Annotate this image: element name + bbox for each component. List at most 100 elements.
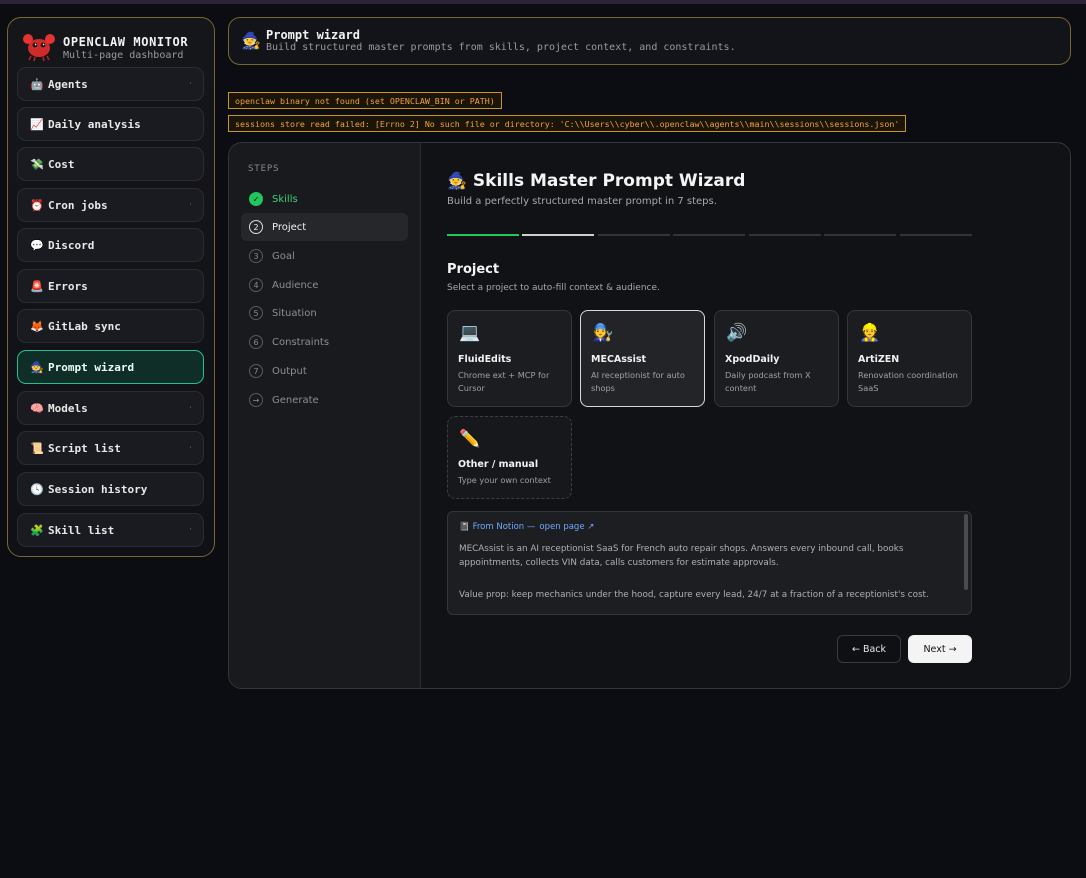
section-subtitle: Select a project to auto-fill context & … bbox=[447, 283, 660, 293]
sidebar-item-label: Skill list bbox=[48, 523, 115, 537]
sidebar-item-errors[interactable]: 🚨 Errors bbox=[17, 269, 204, 303]
project-card-xpoddaily[interactable]: 🔊 XpodDaily Daily podcast from X content bbox=[714, 310, 839, 407]
brand: OPENCLAW MONITOR Multi-page dashboard bbox=[18, 26, 208, 66]
money-icon: 💸 bbox=[30, 157, 44, 171]
step-number: 5 bbox=[249, 306, 263, 320]
step-generate[interactable]: → Generate bbox=[241, 386, 408, 414]
project-name: MECAssist bbox=[591, 354, 647, 365]
puzzle-icon: 🧩 bbox=[30, 523, 44, 537]
robot-icon: 🤖 bbox=[30, 77, 44, 91]
project-name: ArtiZEN bbox=[858, 354, 900, 365]
step-output[interactable]: 7 Output bbox=[241, 357, 408, 385]
wizard-panel: STEPS ✓ Skills 2 Project 3 Goal 4 Audien… bbox=[228, 142, 1071, 689]
wizard-subtitle: Build a perfectly structured master prom… bbox=[447, 196, 717, 207]
step-project[interactable]: 2 Project bbox=[241, 213, 408, 241]
project-name: XpodDaily bbox=[725, 354, 780, 365]
notebook-icon: 📓 bbox=[459, 522, 470, 532]
project-card-mecassist[interactable]: 🧑‍🔧 MECAssist AI receptionist for auto s… bbox=[580, 310, 705, 407]
progress-segment bbox=[598, 234, 670, 236]
step-skills[interactable]: ✓ Skills bbox=[241, 185, 408, 213]
sidebar-item-label: Models bbox=[48, 401, 88, 415]
sidebar-item-script-list[interactable]: 📜 Script list · bbox=[17, 431, 204, 465]
project-card-fluidedits[interactable]: 💻 FluidEdits Chrome ext + MCP for Cursor bbox=[447, 310, 572, 407]
step-constraints[interactable]: 6 Constraints bbox=[241, 328, 408, 356]
step-audience[interactable]: 4 Audience bbox=[241, 271, 408, 299]
wizard-icon: 🧙 bbox=[241, 31, 261, 50]
step-label: Project bbox=[272, 221, 307, 233]
progress-segment bbox=[673, 234, 745, 236]
app-subtitle: Multi-page dashboard bbox=[63, 50, 184, 61]
step-situation[interactable]: 5 Situation bbox=[241, 299, 408, 327]
progress-segment bbox=[900, 234, 972, 236]
step-number: 3 bbox=[249, 249, 263, 263]
project-card-other-manual[interactable]: ✏️ Other / manual Type your own context bbox=[447, 416, 572, 499]
sidebar-item-label: Session history bbox=[48, 482, 148, 496]
step-number: 4 bbox=[249, 278, 263, 292]
sidebar-item-label: Cost bbox=[48, 157, 75, 171]
sidebar-item-cost[interactable]: 💸 Cost bbox=[17, 147, 204, 181]
steps-sidebar: STEPS ✓ Skills 2 Project 3 Goal 4 Audien… bbox=[229, 143, 421, 688]
expand-dot-icon: · bbox=[189, 525, 192, 535]
progress-segment bbox=[824, 234, 896, 236]
wizard-icon: 🧙 bbox=[447, 171, 467, 190]
chart-icon: 📈 bbox=[30, 117, 44, 131]
app-title: OPENCLAW MONITOR bbox=[63, 35, 189, 49]
sidebar: OPENCLAW MONITOR Multi-page dashboard 🤖 … bbox=[7, 17, 215, 557]
expand-dot-icon: · bbox=[189, 200, 192, 210]
scrollbar[interactable] bbox=[964, 514, 968, 590]
project-description: Type your own context bbox=[458, 475, 551, 485]
warning-banner: openclaw binary not found (set OPENCLAW_… bbox=[228, 92, 502, 109]
progress-segment bbox=[447, 234, 519, 236]
section-title: Project bbox=[447, 262, 500, 277]
step-goal[interactable]: 3 Goal bbox=[241, 242, 408, 270]
fox-icon: 🦊 bbox=[30, 319, 44, 333]
project-description: Daily podcast from X content bbox=[725, 370, 811, 393]
sidebar-item-models[interactable]: 🧠 Models · bbox=[17, 391, 204, 425]
progress-segment bbox=[749, 234, 821, 236]
step-label: Goal bbox=[272, 250, 295, 262]
sidebar-item-label: Cron jobs bbox=[48, 198, 108, 212]
sidebar-item-label: Daily analysis bbox=[48, 117, 141, 131]
project-name: FluidEdits bbox=[458, 354, 512, 365]
scroll-icon: 📜 bbox=[30, 441, 44, 455]
sidebar-item-gitlab-sync[interactable]: 🦊 GitLab sync bbox=[17, 309, 204, 343]
mechanic-icon: 🧑‍🔧 bbox=[592, 323, 614, 343]
sidebar-item-discord[interactable]: 💬 Discord bbox=[17, 228, 204, 262]
brain-icon: 🧠 bbox=[30, 401, 44, 415]
arrow-right-icon: → bbox=[249, 393, 263, 407]
sidebar-item-cron-jobs[interactable]: ⏰ Cron jobs · bbox=[17, 188, 204, 222]
expand-dot-icon: · bbox=[189, 403, 192, 413]
window-top-strip bbox=[0, 0, 1086, 4]
progress-bar bbox=[447, 234, 972, 236]
sidebar-item-agents[interactable]: 🤖 Agents · bbox=[17, 67, 204, 101]
crab-logo-icon bbox=[23, 34, 55, 62]
page-subtitle: Build structured master prompts from ski… bbox=[266, 42, 736, 53]
speaker-icon: 🔊 bbox=[726, 323, 748, 343]
expand-dot-icon: · bbox=[189, 443, 192, 453]
step-label: Situation bbox=[272, 307, 317, 319]
siren-icon: 🚨 bbox=[30, 279, 44, 293]
next-button[interactable]: Next → bbox=[908, 635, 972, 663]
notion-context-box[interactable]: 📓 From Notion — open page ↗ MECAssist is a… bbox=[447, 511, 972, 615]
progress-segment bbox=[522, 234, 594, 236]
step-number: 7 bbox=[249, 364, 263, 378]
laptop-icon: 💻 bbox=[459, 323, 481, 343]
sidebar-item-label: Prompt wizard bbox=[48, 360, 135, 374]
open-page-link[interactable]: open page ↗ bbox=[539, 522, 594, 532]
sidebar-item-label: Script list bbox=[48, 441, 121, 455]
sidebar-item-label: Agents bbox=[48, 77, 88, 91]
notion-paragraph: MECAssist is an AI receptionist SaaS for… bbox=[459, 544, 904, 568]
sidebar-item-session-history[interactable]: 🕓 Session history bbox=[17, 472, 204, 506]
sidebar-item-daily-analysis[interactable]: 📈 Daily analysis bbox=[17, 107, 204, 141]
back-button[interactable]: ← Back bbox=[837, 635, 901, 663]
alarm-clock-icon: ⏰ bbox=[30, 198, 44, 212]
notion-source-label: From Notion — bbox=[472, 522, 536, 532]
check-icon: ✓ bbox=[249, 192, 263, 206]
sidebar-item-label: Discord bbox=[48, 238, 95, 252]
sidebar-item-skill-list[interactable]: 🧩 Skill list · bbox=[17, 513, 204, 547]
step-label: Skills bbox=[272, 193, 298, 205]
sidebar-item-prompt-wizard[interactable]: 🧙 Prompt wizard bbox=[17, 350, 204, 384]
project-card-artizen[interactable]: 👷 ArtiZEN Renovation coordination SaaS bbox=[847, 310, 972, 407]
sidebar-item-label: GitLab sync bbox=[48, 319, 121, 333]
wizard-icon: 🧙 bbox=[30, 360, 44, 374]
